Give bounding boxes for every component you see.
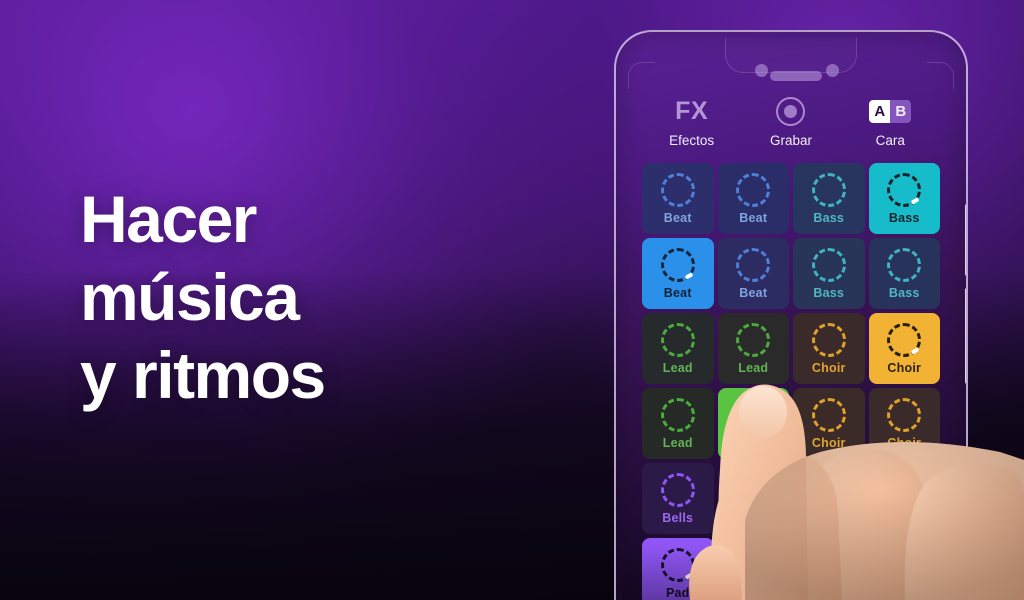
pad-label: Bass xyxy=(813,285,845,300)
pad-loop-ring-icon xyxy=(736,172,771,207)
pad-empty-17[interactable] xyxy=(717,463,789,534)
page-title: Hacer música y ritmos xyxy=(80,180,550,414)
record-dot xyxy=(784,104,798,118)
pad-loop-ring-icon xyxy=(736,247,771,282)
pad-loop-ring-icon xyxy=(736,322,771,357)
pad-loop-ring-icon xyxy=(811,247,846,282)
face-switch-label: Cara xyxy=(875,133,905,148)
notch-corner-right xyxy=(927,62,954,89)
pad-loop-ring-icon xyxy=(887,397,922,432)
pad-label: Choir xyxy=(811,435,846,450)
pad-label: Choir xyxy=(887,360,922,375)
phone-notch-bar xyxy=(622,38,960,89)
effects-button[interactable]: FX Efectos xyxy=(646,96,738,149)
pad-beat-0[interactable]: Beat xyxy=(642,163,714,234)
volume-up-button[interactable] xyxy=(965,204,966,276)
headline-line-2: música xyxy=(80,260,300,334)
pad-empty-19[interactable] xyxy=(868,463,940,534)
ab-option-a[interactable]: A xyxy=(869,99,891,123)
earpiece-speaker xyxy=(770,71,822,81)
pad-loop-ring-icon xyxy=(660,397,695,432)
volume-down-button[interactable] xyxy=(965,288,966,384)
headline-line-3: y ritmos xyxy=(80,338,326,412)
pad-label: Bass xyxy=(888,285,920,300)
pad-label: Choir xyxy=(811,360,846,375)
pad-choir-15[interactable]: Choir xyxy=(868,388,940,459)
pad-loop-ring-icon xyxy=(811,479,846,514)
pad-label: Bass xyxy=(888,210,920,225)
pad-label: Lead xyxy=(662,360,693,375)
pad-loop-ring-icon xyxy=(660,322,695,357)
pad-label: Lead xyxy=(738,360,769,375)
phone-mockup: FX Efectos Grabar A B Cara Beat Beat Bas… xyxy=(614,30,968,600)
pad-beat-1[interactable]: Beat xyxy=(717,163,789,234)
pad-choir-10[interactable]: Choir xyxy=(793,313,865,384)
pad-lead-9[interactable]: Lead xyxy=(717,313,789,384)
pad-loop-ring-icon xyxy=(660,247,695,282)
pad-choir-14[interactable]: Choir xyxy=(793,388,865,459)
pad-lead-8[interactable]: Lead xyxy=(642,313,714,384)
record-icon xyxy=(776,96,806,126)
effects-label: Efectos xyxy=(669,133,715,148)
pad-empty-18[interactable] xyxy=(793,463,865,534)
pad-empty-13[interactable] xyxy=(717,388,789,459)
pad-label: Choir xyxy=(887,435,922,450)
pad-loop-ring-icon xyxy=(736,479,771,514)
pad-loop-ring-icon xyxy=(887,172,922,207)
fx-icon: FX xyxy=(675,96,709,125)
phone-screen: FX Efectos Grabar A B Cara Beat Beat Bas… xyxy=(622,38,960,600)
pad-beat-5[interactable]: Beat xyxy=(717,238,789,309)
pad-bass-6[interactable]: Bass xyxy=(793,238,865,309)
ab-option-b[interactable]: B xyxy=(890,99,912,123)
app-toolbar: FX Efectos Grabar A B Cara xyxy=(622,96,960,158)
screen-bottom-fade xyxy=(622,546,960,600)
pad-lead-12[interactable]: Lead xyxy=(642,388,714,459)
pad-loop-ring-icon xyxy=(736,404,771,439)
pad-bass-3[interactable]: Bass xyxy=(868,163,940,234)
sensor-icon xyxy=(826,64,839,77)
pad-loop-ring-icon xyxy=(887,247,922,282)
pad-choir-11[interactable]: Choir xyxy=(868,313,940,384)
pad-bass-7[interactable]: Bass xyxy=(868,238,940,309)
pad-label: Beat xyxy=(663,285,692,300)
pad-label: Bass xyxy=(813,210,845,225)
screenshot-stage: Hacer música y ritmos FX Efectos Grabar … xyxy=(0,0,1024,600)
pad-loop-ring-icon xyxy=(811,172,846,207)
pad-loop-ring-icon xyxy=(887,479,922,514)
pad-grid: Beat Beat Bass Bass Beat Beat Bass Bass Lead Lead… xyxy=(642,163,940,600)
pad-label: Beat xyxy=(739,210,768,225)
pad-label: Beat xyxy=(739,285,768,300)
record-ring xyxy=(776,96,806,126)
pad-beat-4[interactable]: Beat xyxy=(642,238,714,309)
pad-label: Bells xyxy=(662,510,694,525)
pad-loop-ring-icon xyxy=(660,172,695,207)
pad-loop-ring-icon xyxy=(811,397,846,432)
record-label: Grabar xyxy=(769,133,812,148)
pad-bass-2[interactable]: Bass xyxy=(793,163,865,234)
headline-line-1: Hacer xyxy=(80,182,257,256)
ab-toggle-icon: A B xyxy=(869,96,912,126)
notch-corner-left xyxy=(628,62,655,89)
record-button[interactable]: Grabar xyxy=(745,96,837,148)
ab-toggle[interactable]: A B xyxy=(869,99,912,123)
pad-label: Beat xyxy=(663,210,692,225)
face-switch-button[interactable]: A B Cara xyxy=(844,96,936,148)
pad-loop-ring-icon xyxy=(660,472,695,507)
pad-loop-ring-icon xyxy=(887,322,922,357)
pad-loop-ring-icon xyxy=(811,322,846,357)
front-camera-icon xyxy=(755,64,768,77)
pad-bells-16[interactable]: Bells xyxy=(642,463,714,534)
pad-label: Lead xyxy=(662,435,693,450)
